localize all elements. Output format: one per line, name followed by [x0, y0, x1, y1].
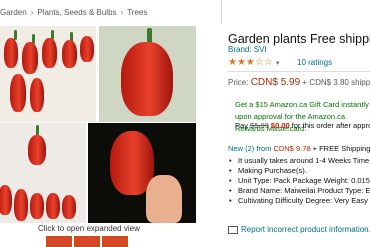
- breadcrumb: Garden › Plants, Seeds & Bulbs › Trees: [0, 8, 147, 17]
- price-row: Price: CDN$ 5.99 + CDN$ 3.80 shipping: [228, 77, 370, 88]
- new-offers-link[interactable]: New (2) from: [228, 144, 271, 153]
- shipping-cost: + CDN$ 3.80 shipping: [302, 78, 370, 87]
- breadcrumb-separator: ›: [30, 8, 34, 17]
- product-image-3[interactable]: [0, 123, 86, 223]
- promo-pay-line: Pay $5.99 $0.00 for this order after app…: [235, 121, 370, 130]
- promo-old-price: $5.99: [250, 121, 269, 130]
- promo-tail: for this order after approval: [291, 121, 370, 130]
- stars-icon: ★★★☆☆: [228, 57, 273, 68]
- promo-pay: Pay: [235, 121, 248, 130]
- price-value: CDN$ 5.99: [250, 77, 301, 88]
- product-title: Garden plants Free shipping: [228, 32, 370, 46]
- divider: [228, 71, 370, 72]
- bullet-item: Cultivating Difficulty Degree: Very Easy: [229, 196, 370, 206]
- new-offers: New (2) from CDN$ 9.78 + FREE Shipping: [228, 144, 370, 153]
- report-icon: [228, 225, 238, 234]
- image-gallery: [0, 26, 196, 223]
- bullet-item: It usually takes around 1-4 Weeks Time: [229, 156, 370, 166]
- report-text: Report incorrect product information.: [241, 225, 370, 234]
- divider: [221, 0, 222, 24]
- thumbnail[interactable]: [102, 236, 128, 247]
- gallery-caption: Click to open expanded view: [38, 224, 140, 233]
- product-image-1[interactable]: [0, 26, 96, 122]
- breadcrumb-separator: ›: [120, 8, 124, 17]
- chevron-down-icon[interactable]: ▾: [276, 60, 280, 67]
- breadcrumb-trees[interactable]: Trees: [127, 8, 147, 17]
- thumbnail[interactable]: [74, 236, 100, 247]
- new-offers-price: CDN$ 9.78: [273, 144, 311, 153]
- product-image-4[interactable]: [88, 123, 196, 223]
- star-rating[interactable]: ★★★☆☆ ▾: [228, 57, 279, 68]
- promo-new-price: $0.00: [270, 121, 290, 130]
- breadcrumb-garden[interactable]: Garden: [0, 8, 27, 17]
- price-label: Price:: [228, 78, 249, 87]
- thumbnail[interactable]: [46, 236, 72, 247]
- bullet-item: Unit Type: Pack Package Weight: 0.015: [229, 176, 370, 186]
- bullet-item: Making Purchase(s).: [229, 166, 370, 176]
- brand-link[interactable]: Brand: SVI: [228, 45, 267, 54]
- product-image-2[interactable]: [99, 26, 196, 122]
- report-link[interactable]: Report incorrect product information.: [228, 225, 370, 234]
- bullet-item: Brand Name: Maiweilai Product Type: E: [229, 186, 370, 196]
- feature-bullets: It usually takes around 1-4 Weeks Time M…: [229, 156, 370, 206]
- ratings-link[interactable]: 10 ratings: [297, 58, 332, 67]
- breadcrumb-plants-seeds-bulbs[interactable]: Plants, Seeds & Bulbs: [37, 8, 116, 17]
- new-offers-shipping: + FREE Shipping: [312, 144, 370, 153]
